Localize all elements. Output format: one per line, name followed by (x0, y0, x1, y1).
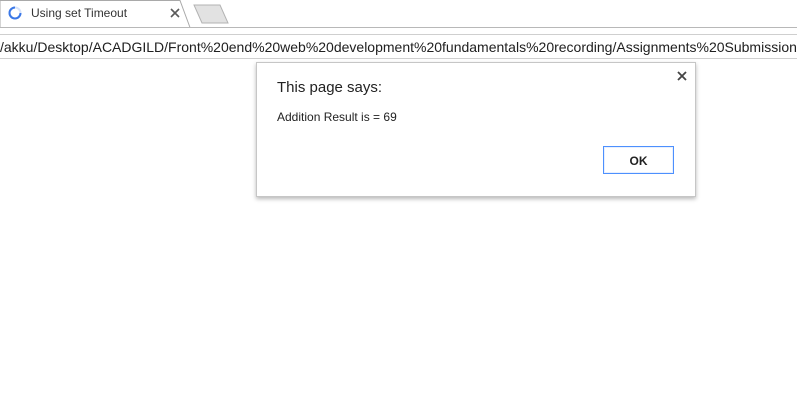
dialog-title: This page says: (277, 79, 383, 96)
tab-using-set-timeout[interactable]: Using set Timeout (0, 0, 192, 28)
new-tab-icon[interactable] (192, 4, 230, 24)
toolbar: /akku/Desktop/ACADGILD/Front%20end%20web… (0, 27, 797, 61)
tab-title: Using set Timeout (31, 6, 128, 20)
alert-dialog: This page says: Addition Result is = 69 … (256, 62, 696, 197)
dialog-message: Addition Result is = 69 (277, 110, 397, 124)
tab-strip: Using set Timeout (0, 0, 797, 28)
ok-button[interactable]: OK (603, 146, 674, 174)
close-icon[interactable] (168, 6, 182, 20)
spinner-icon (8, 6, 22, 20)
close-icon[interactable] (676, 70, 688, 82)
url-text[interactable]: /akku/Desktop/ACADGILD/Front%20end%20web… (0, 39, 797, 55)
address-bar[interactable]: /akku/Desktop/ACADGILD/Front%20end%20web… (0, 34, 797, 59)
